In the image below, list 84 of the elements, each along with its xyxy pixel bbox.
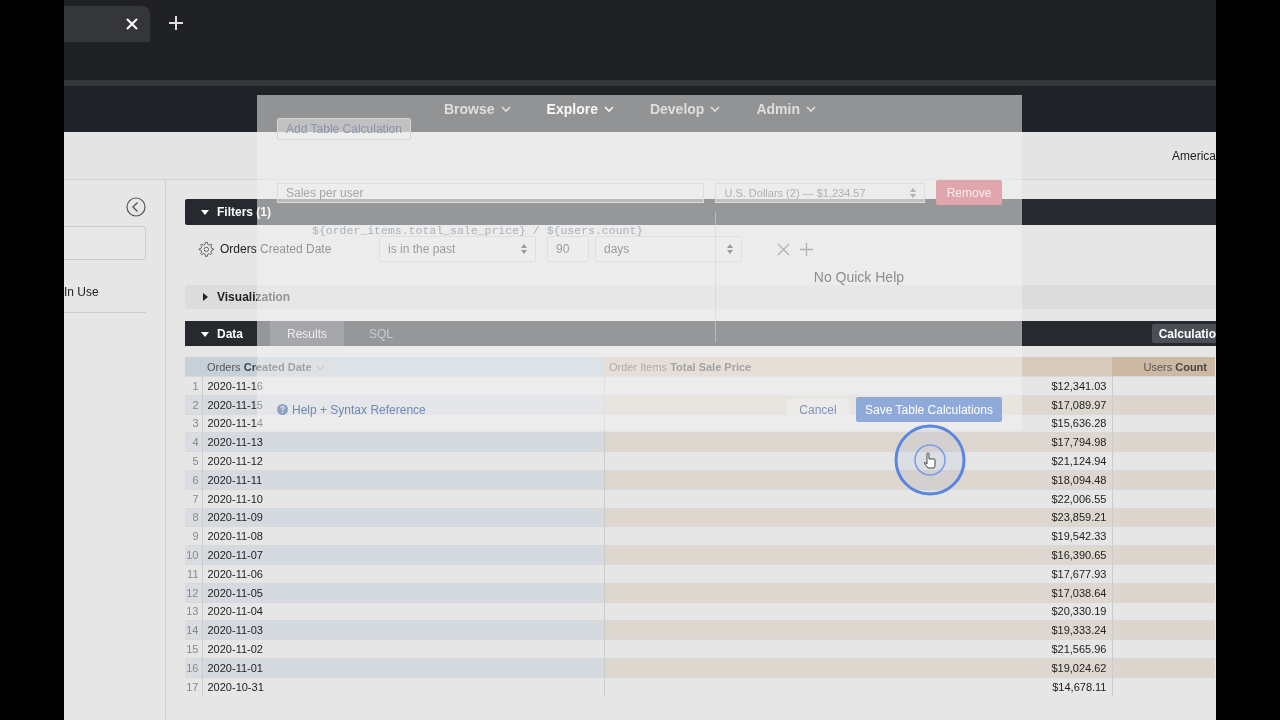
- table-cell: 2020-11-11: [202, 470, 604, 490]
- table-cell: $18,094.48: [604, 470, 1112, 490]
- format-select[interactable]: U.S. Dollars (2) — $1,234.57: [715, 182, 926, 203]
- row-number: 17: [185, 677, 202, 697]
- table-cell: 2020-11-02: [202, 639, 604, 659]
- table-cell: 2020-10-31: [202, 677, 604, 697]
- table-cell: $19,542.33: [604, 526, 1112, 546]
- settings-icon[interactable]: [198, 241, 214, 257]
- click-cursor-icon: [894, 424, 966, 496]
- table-cell: $14,678.11: [604, 677, 1112, 697]
- table-cell: $19,333.24: [604, 620, 1112, 640]
- table-cell: 2020-11-03: [202, 620, 604, 640]
- chevron-down-icon: [603, 105, 614, 113]
- row-number: 4: [185, 432, 202, 452]
- row-number: 5: [185, 451, 202, 471]
- search-field[interactable]: [64, 226, 146, 260]
- header-text: America: [1172, 148, 1216, 163]
- row-number: 16: [185, 658, 202, 678]
- table-cell: 2020-11-08: [202, 526, 604, 546]
- chevron-down-icon: [710, 105, 721, 113]
- table-cell: $16,390.65: [604, 545, 1112, 565]
- table-cell: $23,859.21: [604, 508, 1112, 527]
- data-tab[interactable]: Results: [270, 321, 344, 346]
- row-number: 3: [185, 414, 202, 433]
- row-number: 15: [185, 639, 202, 659]
- updown-icon: [727, 244, 733, 254]
- row-number: 11: [185, 564, 202, 584]
- table-cell: 2020-11-13: [202, 432, 604, 452]
- table-cell: 2020-11-12: [202, 451, 604, 471]
- add-calculation-button[interactable]: Add Table Calculation: [277, 118, 411, 140]
- row-number: 6: [185, 470, 202, 490]
- row-number: 10: [185, 545, 202, 565]
- nav-menu-item[interactable]: Admin: [756, 101, 816, 117]
- operator-select[interactable]: is in the past: [379, 236, 536, 262]
- table-cell: 2020-11-10: [202, 489, 604, 509]
- chevron-down-icon: [805, 105, 816, 113]
- collapse-icon[interactable]: [126, 197, 146, 217]
- row-number: 14: [185, 620, 202, 640]
- calculations-button[interactable]: Calculatio: [1151, 324, 1216, 343]
- chevron-down-icon: [500, 105, 511, 113]
- row-number: 7: [185, 489, 202, 509]
- updown-icon: [910, 187, 917, 198]
- nav-menu-item[interactable]: Develop: [649, 101, 721, 117]
- table-cell: 2020-11-16: [202, 376, 604, 396]
- table-cell: $12,341.03: [604, 376, 1112, 396]
- quick-help-text: No Quick Help: [813, 269, 905, 285]
- table-cell: $17,038.64: [604, 583, 1112, 603]
- updown-icon: [521, 244, 527, 254]
- table-cell: $19,024.62: [604, 658, 1112, 678]
- data-toggle[interactable]: Data: [185, 321, 270, 346]
- column-header[interactable]: Order Items Total Sale Price: [604, 357, 1112, 377]
- help-link[interactable]: Help + Syntax Reference: [277, 402, 426, 417]
- row-number: 2: [185, 395, 202, 415]
- section-label: In Use: [64, 285, 100, 299]
- value-input[interactable]: 90: [547, 236, 589, 262]
- table-cell: 2020-11-01: [202, 658, 604, 678]
- column-header[interactable]: Orders Created Date: [202, 357, 604, 377]
- table-cell: $22,006.55: [604, 489, 1112, 509]
- row-number: 13: [185, 602, 202, 621]
- row-number: 9: [185, 526, 202, 546]
- column-header[interactable]: Users Count: [1112, 357, 1215, 377]
- table-cell: 2020-11-06: [202, 564, 604, 584]
- table-cell: $17,794.98: [604, 432, 1112, 452]
- new-tab-icon[interactable]: [169, 16, 183, 30]
- row-number: 12: [185, 583, 202, 603]
- table-cell: 2020-11-04: [202, 602, 604, 621]
- expression-text: ${order_items.total_sale_price} / ${users.count}: [312, 224, 644, 237]
- table-cell: $21,565.96: [604, 639, 1112, 659]
- table-cell: $17,677.93: [604, 564, 1112, 584]
- name-input[interactable]: Sales per user: [277, 182, 705, 203]
- save-button[interactable]: Save Table Calculations: [856, 397, 1002, 422]
- row-number: 8: [185, 508, 202, 527]
- visualization-toggle[interactable]: Visualization: [185, 285, 303, 309]
- remove-button[interactable]: Remove: [936, 180, 1002, 205]
- nav-menu-item[interactable]: Browse: [444, 101, 511, 117]
- row-number: 1: [185, 376, 202, 396]
- table-cell: 2020-11-07: [202, 545, 604, 565]
- table-cell: 2020-11-09: [202, 508, 604, 527]
- table-cell: $20,330.19: [604, 602, 1112, 621]
- table-cell: 2020-11-05: [202, 583, 604, 603]
- nav-menu-item[interactable]: Explore: [546, 101, 614, 117]
- filter-field-label: Orders Created Date: [220, 242, 332, 256]
- unit-select[interactable]: days: [595, 236, 742, 262]
- help-icon: [277, 404, 288, 415]
